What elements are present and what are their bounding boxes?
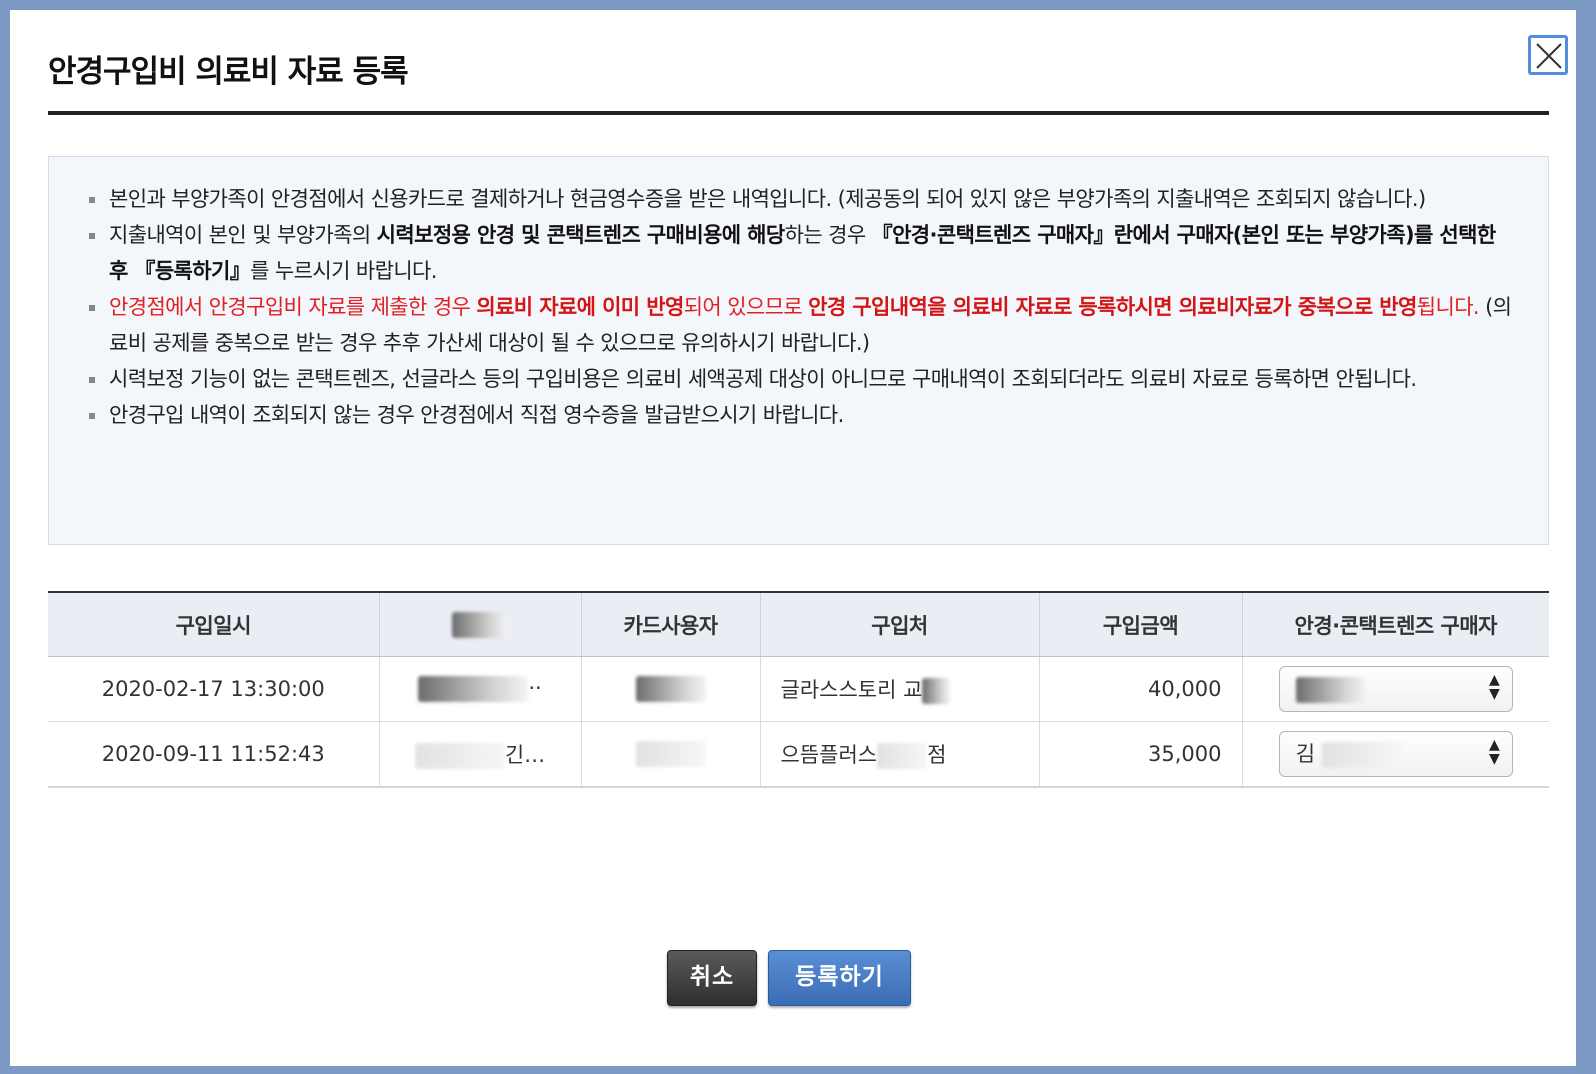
notice-item-3-warning: 안경점에서 안경구입비 자료를 제출한 경우 의료비 자료에 이미 반영되어 있… [89,289,1518,361]
purchase-amount: 40,000 [1039,656,1243,722]
notice-item-4: 시력보정 기능이 없는 콘택트렌즈, 선글라스 등의 구입비용은 의료비 세액공… [89,361,1518,397]
cancel-button[interactable]: 취소 [667,950,757,1006]
header-store: 구입처 [760,592,1040,657]
header-card-user: 카드사용자 [581,592,761,657]
header-buyer: 안경·콘택트렌즈 구매자 [1242,592,1549,657]
buyer-cell: 김 ▲ ▼ [1242,721,1549,788]
buyer-select[interactable]: ▲ ▼ [1278,666,1513,712]
card-user [581,721,761,788]
close-icon [1536,43,1562,69]
table-row: 2020-02-17 13:30:00 ·· 글라스스토리 교 40,000 ▲… [48,656,1549,722]
select-arrows-icon: ▲ ▼ [1488,672,1500,702]
purchase-table: 구입일시 카드사용자 구입처 구입금액 안경·콘택트렌즈 구매자 2020-02… [48,591,1549,788]
card-user [581,656,761,722]
dialog: 안경구입비 의료비 자료 등록 본인과 부양가족이 안경점에서 신용카드로 결제… [10,10,1576,1066]
store-name: 글라스스토리 교 [760,656,1040,722]
header-amount: 구입금액 [1039,592,1243,657]
notice-box: 본인과 부양가족이 안경점에서 신용카드로 결제하거나 현금영수증을 받은 내역… [48,156,1549,545]
notice-item-1: 본인과 부양가족이 안경점에서 신용카드로 결제하거나 현금영수증을 받은 내역… [89,181,1518,217]
register-button[interactable]: 등록하기 [768,950,911,1006]
buyer-cell: ▲ ▼ [1242,656,1549,722]
redacted-cell: 긴… [379,721,582,788]
header-purchase-datetime: 구입일시 [48,592,380,657]
purchase-datetime: 2020-09-11 11:52:43 [48,721,380,788]
title-divider [48,111,1549,115]
header-redacted [379,592,582,657]
purchase-datetime: 2020-02-17 13:30:00 [48,656,380,722]
buyer-select[interactable]: 김 ▲ ▼ [1278,731,1513,777]
store-name: 으뜸플러스 점 [760,721,1040,788]
notice-list: 본인과 부양가족이 안경점에서 신용카드로 결제하거나 현금영수증을 받은 내역… [49,157,1548,433]
purchase-amount: 35,000 [1039,721,1243,788]
close-button[interactable] [1528,35,1568,75]
select-arrows-icon: ▲ ▼ [1488,737,1500,767]
table-row: 2020-09-11 11:52:43 긴… 으뜸플러스 점 35,000 김 ▲… [48,721,1549,788]
notice-item-5: 안경구입 내역이 조회되지 않는 경우 안경점에서 직접 영수증을 발급받으시기… [89,397,1518,433]
dialog-title: 안경구입비 의료비 자료 등록 [48,54,409,90]
redacted-cell: ·· [379,656,582,722]
notice-item-2: 지출내역이 본인 및 부양가족의 시력보정용 안경 및 콘택트렌즈 구매비용에 … [89,217,1518,289]
table-header-row: 구입일시 카드사용자 구입처 구입금액 안경·콘택트렌즈 구매자 [48,592,1549,657]
